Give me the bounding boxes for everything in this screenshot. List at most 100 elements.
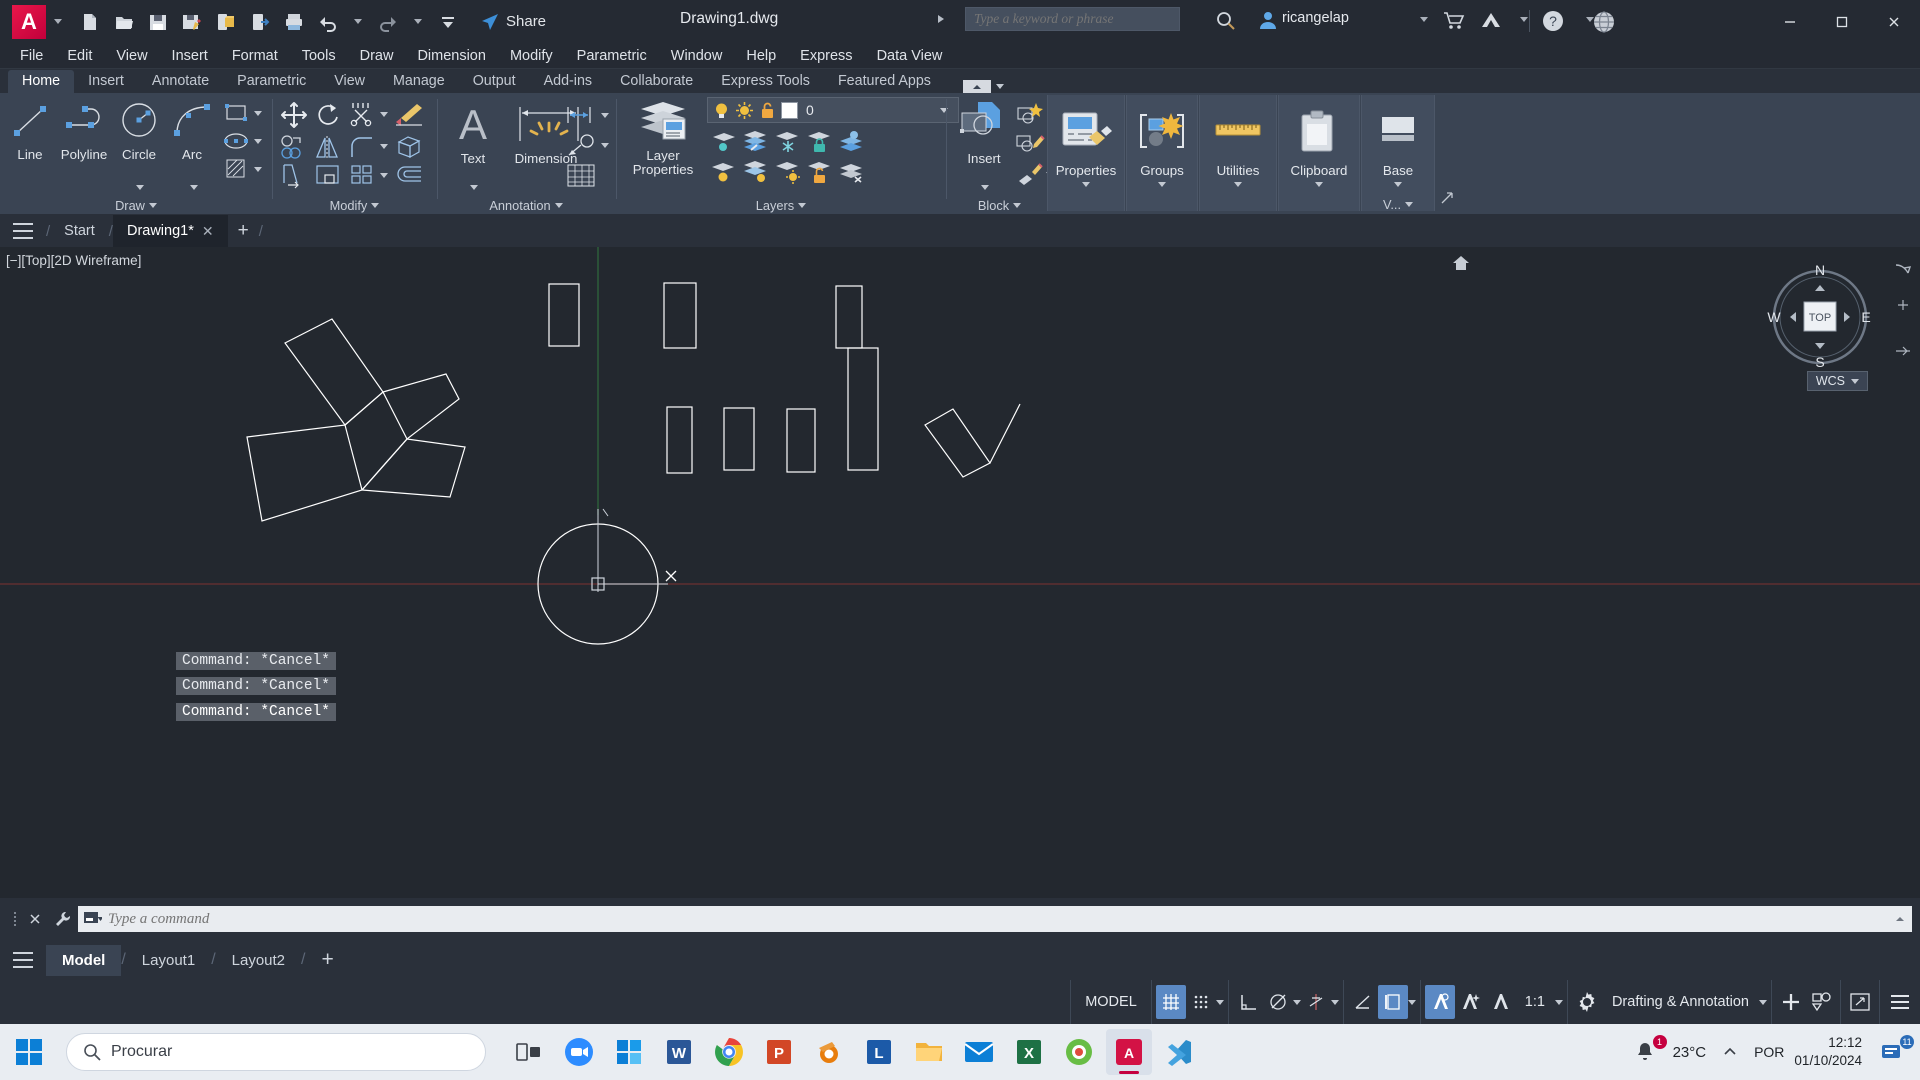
fillet-tool-icon[interactable]: [347, 133, 377, 161]
file-tab-start[interactable]: Start: [50, 217, 109, 245]
polyline-button[interactable]: Polyline: [56, 99, 112, 162]
chrome-app-icon[interactable]: [706, 1029, 752, 1075]
copy-tool-icon[interactable]: [279, 133, 309, 161]
shopping-cart-icon[interactable]: [1443, 11, 1465, 36]
layer-combo[interactable]: 0: [707, 97, 959, 123]
menu-item-window[interactable]: Window: [659, 45, 735, 67]
user-chevron-down-icon[interactable]: [1420, 17, 1428, 22]
ortho-mode-toggle[interactable]: [1233, 985, 1263, 1019]
layer-isolate-icon[interactable]: [709, 129, 739, 155]
annotation-visibility-toggle[interactable]: [1424, 985, 1455, 1019]
ribbon-options-chevron-down-icon[interactable]: [995, 84, 1004, 89]
autocad-app-icon[interactable]: A: [1106, 1029, 1152, 1075]
ellipse-tool-icon[interactable]: [222, 129, 250, 153]
base-chevron-down-icon[interactable]: [1394, 182, 1402, 187]
offset-tool-icon[interactable]: [393, 163, 425, 189]
hatch-tool-icon[interactable]: [222, 157, 250, 181]
tab-collaborate[interactable]: Collaborate: [606, 70, 707, 93]
maximize-window-button[interactable]: [1816, 0, 1868, 43]
trim-tool-icon[interactable]: [347, 101, 377, 129]
tab-featured-apps[interactable]: Featured Apps: [824, 70, 945, 93]
file-explorer-icon[interactable]: [906, 1029, 952, 1075]
tab-parametric[interactable]: Parametric: [223, 70, 320, 93]
mirror-tool-icon[interactable]: [313, 133, 343, 161]
wcs-chevron-down-icon[interactable]: [1851, 378, 1859, 384]
menu-item-help[interactable]: Help: [734, 45, 788, 67]
3d-box-icon[interactable]: [393, 133, 425, 161]
properties-panel-button[interactable]: Properties: [1047, 95, 1125, 211]
hatch-chevron-down-icon[interactable]: [254, 167, 262, 172]
clock[interactable]: 12:12 01/10/2024: [1794, 1034, 1862, 1070]
trim-chevron-down-icon[interactable]: [380, 112, 388, 117]
text-chevron-down-icon[interactable]: [470, 185, 478, 190]
table-tool-icon[interactable]: [564, 163, 598, 189]
autodesk-chevron-down-icon[interactable]: [1520, 17, 1528, 22]
file-tabs-menu-icon[interactable]: [0, 215, 46, 247]
model-space-button[interactable]: MODEL: [1075, 994, 1147, 1010]
weather-temperature[interactable]: 23°C: [1673, 1044, 1707, 1061]
undo-icon[interactable]: [312, 6, 344, 38]
circle-flyout-chevron-down-icon[interactable]: [136, 185, 144, 190]
arc-flyout-chevron-down-icon[interactable]: [190, 185, 198, 190]
antivirus-app-icon[interactable]: [1056, 1029, 1102, 1075]
annotation-autoscale-toggle[interactable]: [1455, 985, 1485, 1019]
rotate-tool-icon[interactable]: [313, 101, 343, 129]
tab-add-ins[interactable]: Add-ins: [530, 70, 606, 93]
layer-make-current-icon[interactable]: [837, 129, 867, 155]
layout-tab-model[interactable]: Model: [46, 944, 122, 976]
task-view-icon[interactable]: [506, 1029, 552, 1075]
layer-thaw-all-icon[interactable]: [741, 159, 771, 185]
tab-home[interactable]: Home: [8, 70, 75, 93]
utilities-panel-chevron-down-icon[interactable]: [1234, 182, 1242, 187]
ucs-selector[interactable]: WCS: [1806, 371, 1868, 391]
language-indicator[interactable]: POR: [1754, 1044, 1784, 1060]
close-window-button[interactable]: [1868, 0, 1920, 43]
autodesk-logo-icon[interactable]: [1480, 10, 1502, 35]
scale-chevron-down-icon[interactable]: [1554, 999, 1563, 1005]
close-icon[interactable]: ✕: [202, 223, 214, 240]
ellipse-chevron-down-icon[interactable]: [254, 139, 262, 144]
panel-title-draw[interactable]: Draw: [0, 198, 272, 213]
panel-title-block[interactable]: Block: [947, 198, 1052, 213]
panel-title-modify[interactable]: Modify: [273, 198, 436, 213]
command-input-wrap[interactable]: [78, 906, 1912, 932]
help-search-box[interactable]: [965, 7, 1180, 31]
annotation-panel-chevron-down-icon[interactable]: [554, 203, 563, 208]
layer-unlock-all-icon[interactable]: [805, 159, 835, 185]
menu-item-draw[interactable]: Draw: [348, 45, 406, 67]
insert-block-button[interactable]: Insert: [955, 99, 1013, 166]
array-tool-icon[interactable]: [347, 163, 377, 189]
open-from-web-mobile-icon[interactable]: [244, 6, 276, 38]
taskbar-search-box[interactable]: Procurar: [66, 1033, 486, 1071]
workspace-chevron-down-icon[interactable]: [1759, 999, 1767, 1005]
line-button[interactable]: Line: [6, 99, 54, 162]
text-button[interactable]: A Text: [446, 101, 500, 166]
new-file-icon[interactable]: [74, 6, 106, 38]
linear-dim-chevron-down-icon[interactable]: [601, 113, 609, 118]
annotation-scale-toggle[interactable]: [1485, 985, 1515, 1019]
tab-view[interactable]: View: [320, 70, 379, 93]
drawing-canvas[interactable]: [−][Top][2D Wireframe] Command: *Cancel*…: [0, 247, 1920, 898]
edit-block-icon[interactable]: [1015, 131, 1045, 157]
minimize-window-button[interactable]: [1764, 0, 1816, 43]
file-tab-drawing1[interactable]: Drawing1* ✕: [112, 215, 228, 247]
menu-item-parametric[interactable]: Parametric: [565, 45, 659, 67]
tab-express-tools[interactable]: Express Tools: [707, 70, 824, 93]
properties-panel-chevron-down-icon[interactable]: [1082, 182, 1090, 187]
view-panel-chevron-down-icon[interactable]: [1405, 202, 1414, 207]
circle-button[interactable]: Circle: [114, 99, 164, 162]
annotation-scale-value[interactable]: 1:1: [1515, 994, 1555, 1010]
layout-tab-layout1[interactable]: Layout1: [126, 945, 211, 976]
lineweight-chevron-down-icon[interactable]: [1407, 999, 1416, 1005]
clipboard-panel-button[interactable]: Clipboard: [1278, 95, 1360, 211]
save-file-icon[interactable]: [142, 6, 174, 38]
open-file-icon[interactable]: [108, 6, 140, 38]
layer-color-swatch[interactable]: [781, 101, 798, 119]
action-center-icon[interactable]: 11: [1872, 1029, 1914, 1075]
menu-item-tools[interactable]: Tools: [290, 45, 348, 67]
groups-panel-chevron-down-icon[interactable]: [1158, 182, 1166, 187]
ribbon-expand-arrow-icon[interactable]: [1440, 191, 1454, 210]
word-app-icon[interactable]: W: [656, 1029, 702, 1075]
close-command-line-icon[interactable]: [22, 912, 48, 926]
command-input[interactable]: [108, 910, 1888, 928]
